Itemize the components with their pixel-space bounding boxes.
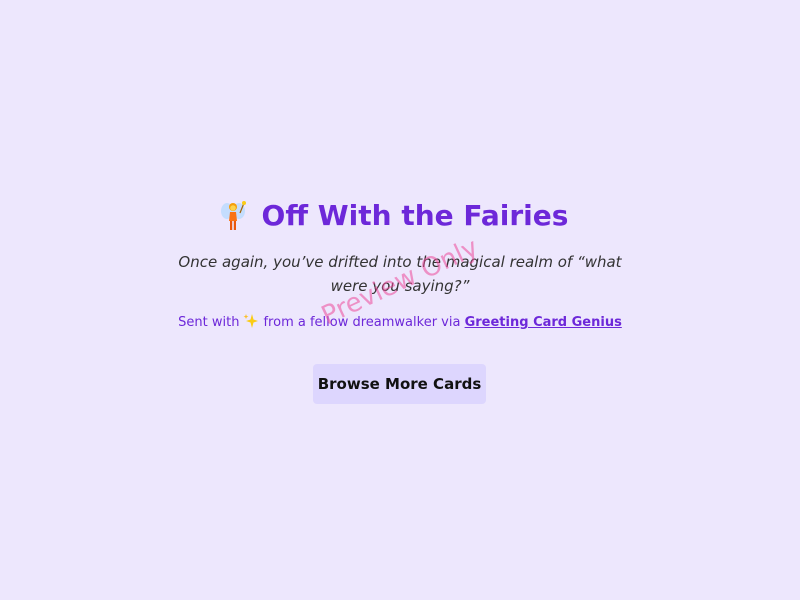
- sparkle-icon: [243, 313, 259, 329]
- card-message: Once again, you’ve drifted into the magi…: [178, 253, 622, 295]
- greeting-card-genius-link[interactable]: Greeting Card Genius: [465, 315, 622, 330]
- sent-line: Sent with from a fellow dreamwalker via …: [0, 313, 800, 333]
- sent-middle: from a fellow dreamwalker via: [263, 315, 461, 330]
- browse-more-cards-button[interactable]: Browse More Cards: [313, 364, 486, 404]
- title-row: Off With the Fairies: [0, 196, 800, 236]
- card-title: Off With the Fairies: [261, 199, 569, 232]
- greeting-card-page: Off With the Fairies Once again, you’ve …: [0, 0, 800, 600]
- fairy-icon: [220, 199, 246, 233]
- sent-prefix: Sent with: [178, 315, 240, 330]
